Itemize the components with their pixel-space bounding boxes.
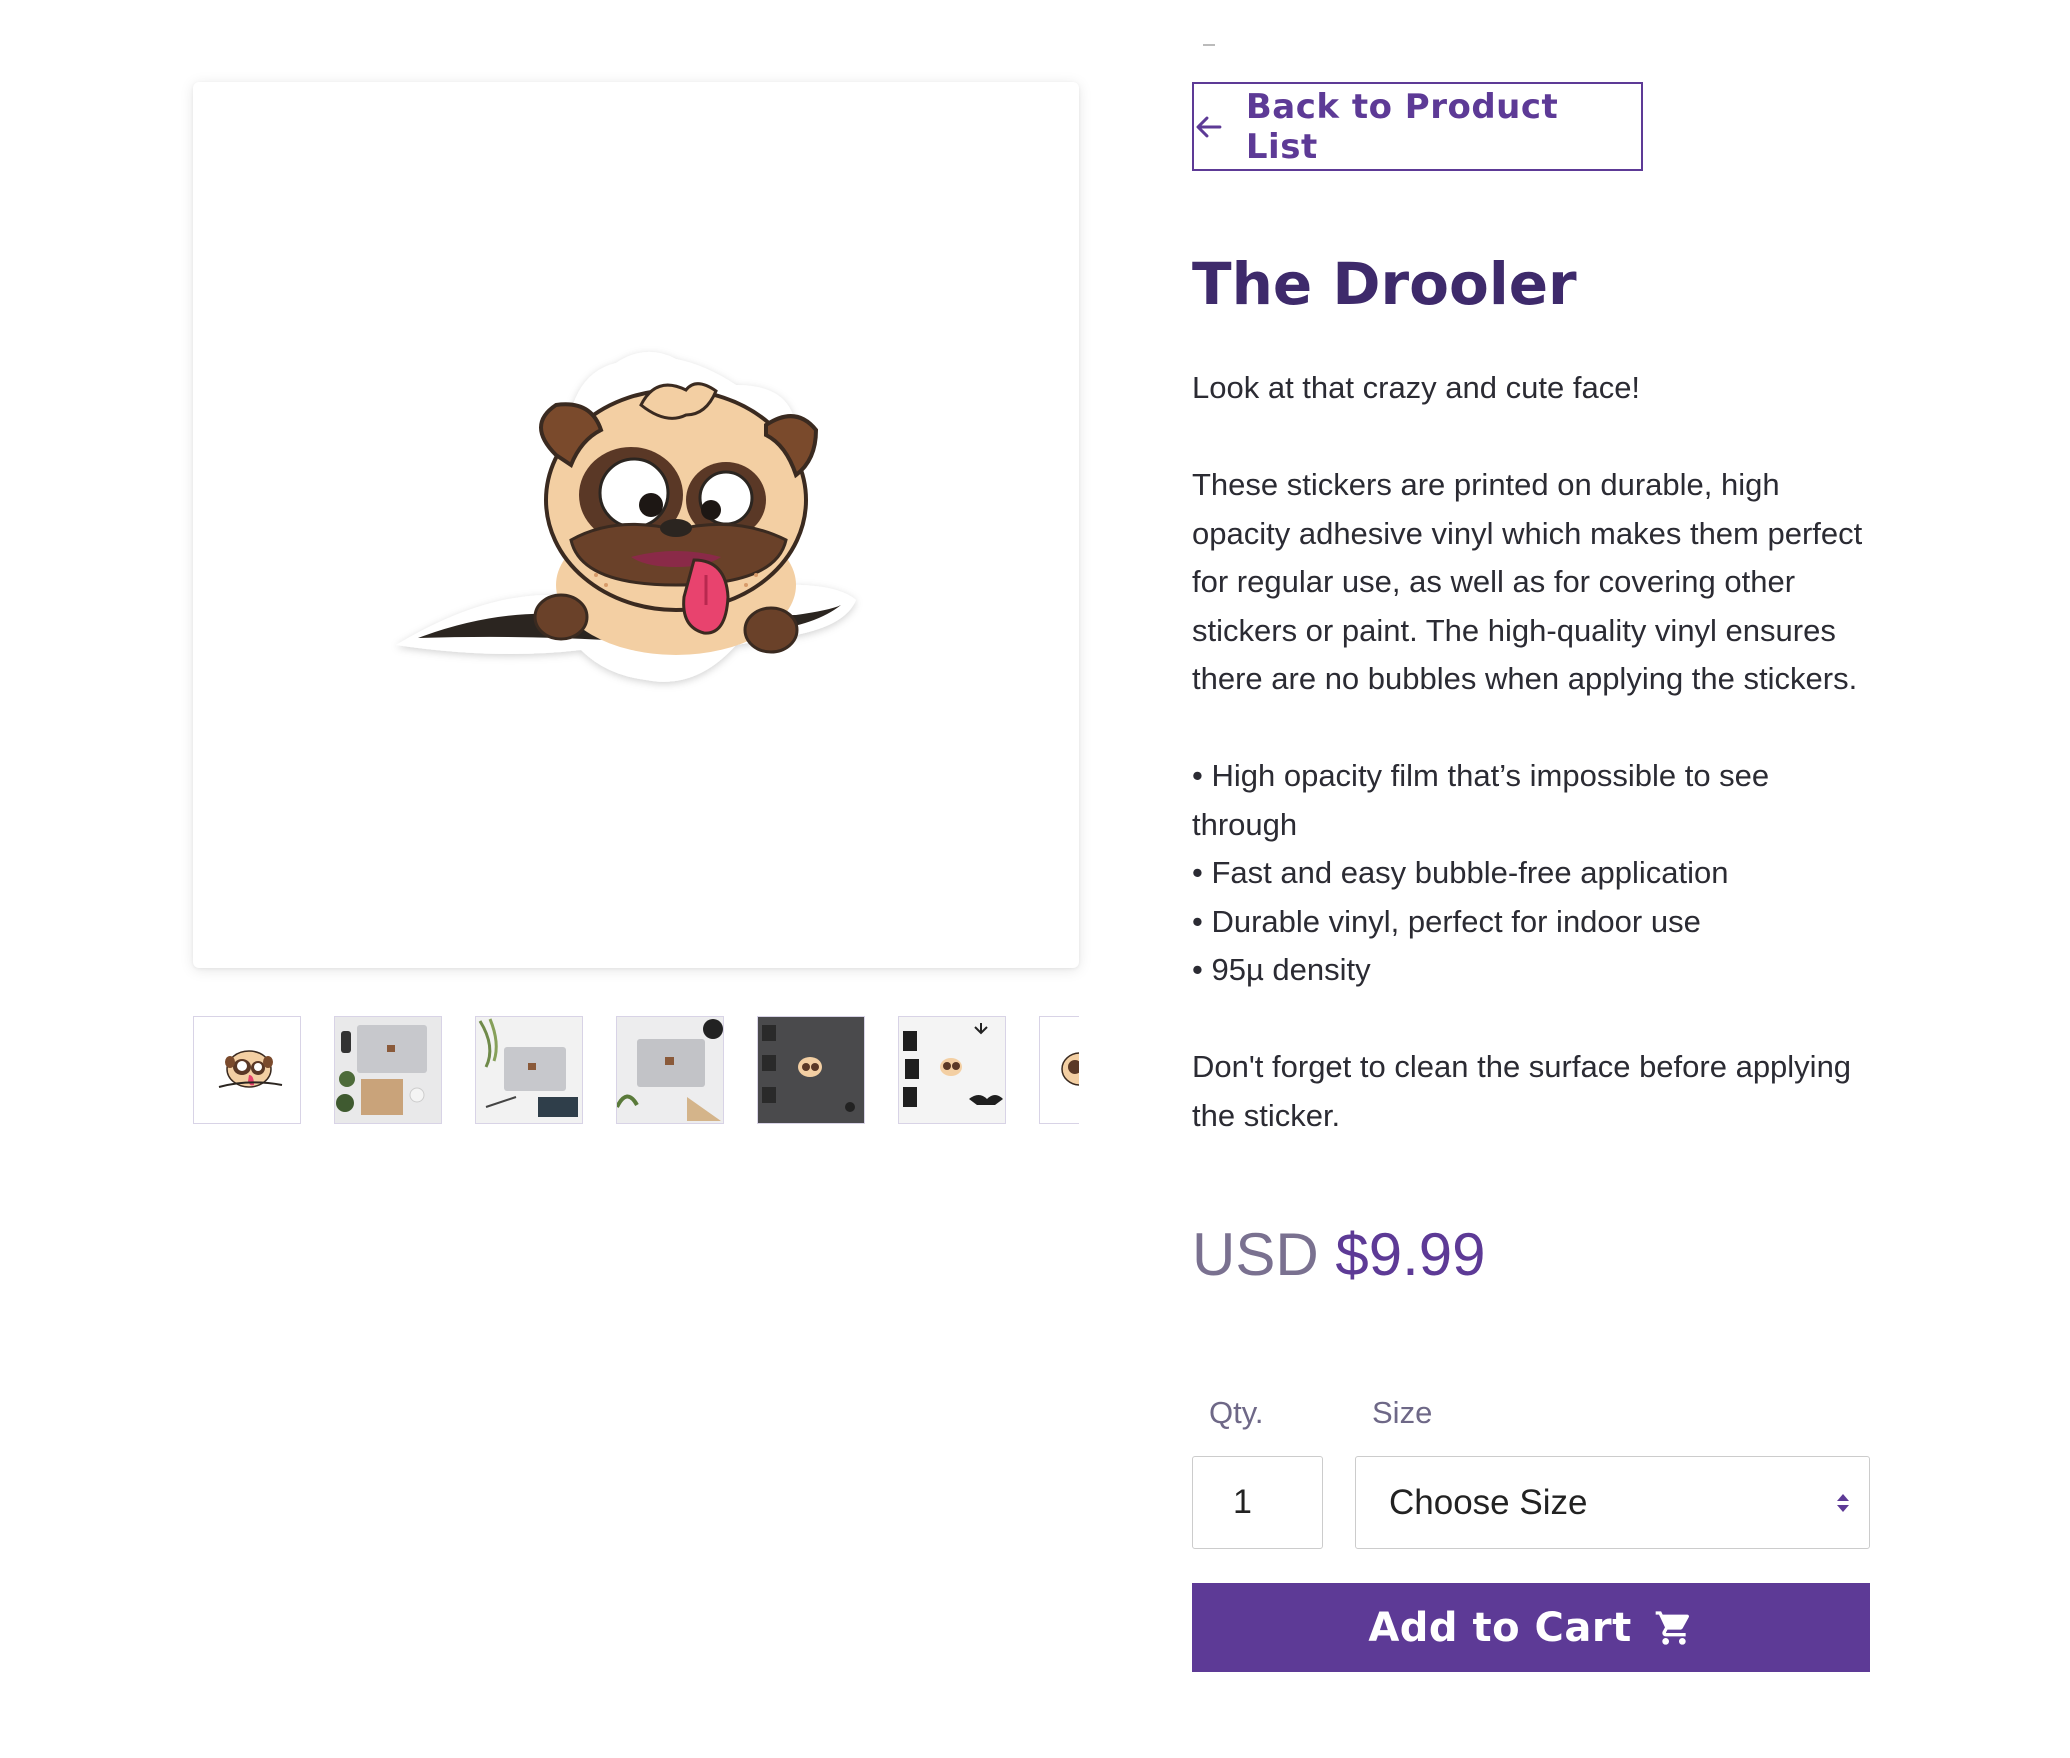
price-amount: $9.99 [1335,1221,1486,1288]
feature-item: • Fast and easy bubble-free application [1192,855,1729,890]
thumbnail-image [335,1017,441,1123]
product-main-image[interactable] [193,82,1079,968]
thumbnail-image [758,1017,864,1123]
thumbnail-boo-bats[interactable] [898,1016,1006,1124]
thumbnail-pug-partial[interactable] [1039,1016,1079,1124]
product-description: Look at that crazy and cute face! These … [1192,364,1872,1189]
feature-item: • High opacity film that’s impossible to… [1192,758,1770,842]
thumbnail-image [476,1017,582,1123]
feature-item: • Durable vinyl, perfect for indoor use [1192,903,1701,939]
size-select-value: Choose Size [1389,1482,1588,1522]
thumbnail-laptop-flatlay[interactable] [334,1016,442,1124]
feature-item: • 95µ density [1192,952,1371,987]
thumbnail-laptop-desk[interactable] [616,1016,724,1124]
care-note: Don't forget to clean the surface before… [1192,1049,1852,1133]
select-caret-icon [1837,1494,1849,1512]
product-title: The Drooler [1192,250,1577,318]
product-page: Back to Product List The Drooler Look at… [0,0,2070,1758]
add-to-cart-label: Add to Cart [1368,1604,1632,1651]
back-to-product-list-button[interactable]: Back to Product List [1192,82,1643,171]
thumbnail-dark-boo[interactable] [757,1016,865,1124]
divider [1203,44,1215,46]
description-body: These stickers are printed on durable, h… [1192,467,1863,696]
quantity-input[interactable] [1192,1456,1323,1549]
back-button-label: Back to Product List [1245,86,1559,167]
thumbnail-strip [193,1016,1079,1126]
thumbnail-laptop-plant[interactable] [475,1016,583,1124]
thumbnail-pug-sticker[interactable] [193,1016,301,1124]
arrow-left-icon [1196,116,1222,137]
add-to-cart-button[interactable]: Add to Cart [1192,1583,1870,1672]
size-label: Size [1372,1395,1433,1430]
thumbnail-image [1040,1017,1079,1123]
pug-sticker-image [396,351,856,682]
description-intro: Look at that crazy and cute face! [1192,370,1641,405]
size-select[interactable]: Choose Size [1355,1456,1870,1549]
thumbnail-image [194,1017,300,1123]
thumbnail-image [899,1017,1005,1123]
feature-list: • High opacity film that’s impossible to… [1192,752,1872,995]
thumbnail-image [617,1017,723,1123]
shopping-cart-icon [1655,1610,1689,1645]
price-currency: USD [1192,1221,1319,1288]
qty-label: Qty. [1209,1395,1264,1430]
product-price: USD $9.99 [1192,1220,1486,1289]
